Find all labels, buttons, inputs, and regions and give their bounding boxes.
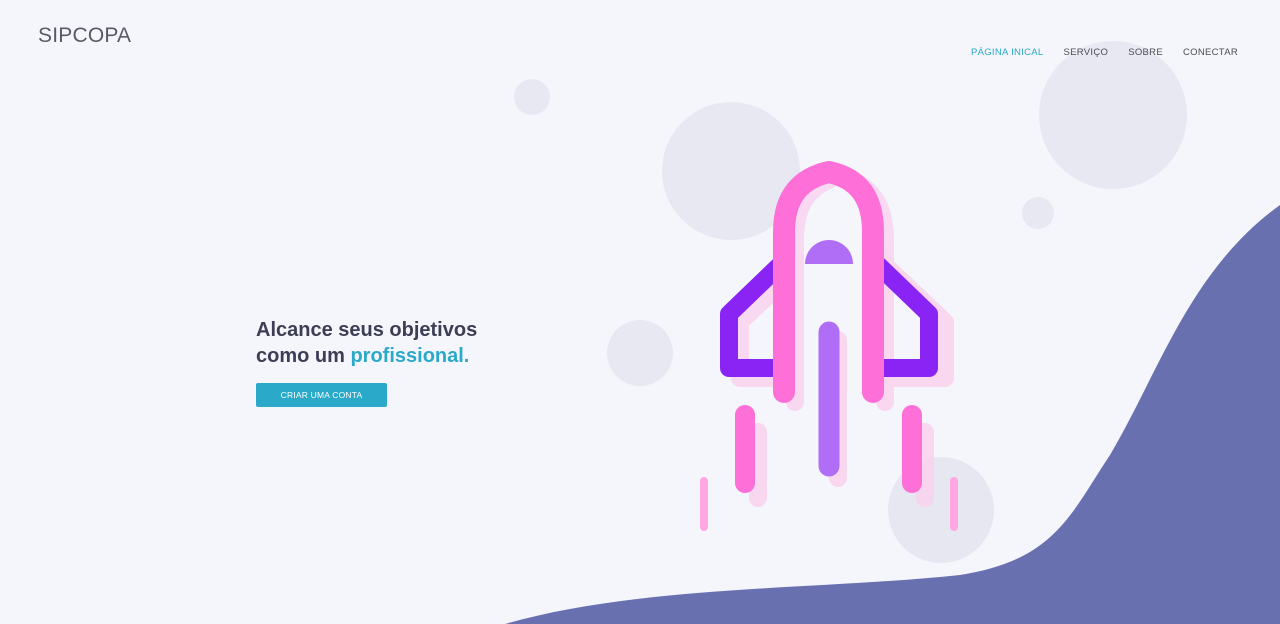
bubble-mid-left [607,320,673,386]
bubble-tiny-right [1022,197,1054,229]
bubble-large-right [1039,41,1187,189]
nav-item-service[interactable]: SERVIÇO [1064,47,1109,58]
hero-title-line2-prefix: como um [256,345,351,367]
brand-logo[interactable]: SIPCOPA [38,24,131,48]
nav-item-about[interactable]: SOBRE [1128,47,1163,58]
background-art [505,41,1280,624]
hero-title-accent: profissional. [350,345,470,367]
hero-title: Alcance seus objetivos como um profissio… [256,317,477,369]
rocket-window [805,240,853,264]
top-nav: PÁGINA INICAL SERVIÇO SOBRE CONECTAR [971,47,1238,58]
nav-item-connect[interactable]: CONECTAR [1183,47,1238,58]
hero-section: Alcance seus objetivos como um profissio… [256,317,477,407]
nav-item-home[interactable]: PÁGINA INICAL [971,47,1044,58]
bubble-small-top [514,79,550,115]
hero-title-line1: Alcance seus objetivos [256,319,478,341]
create-account-button[interactable]: CRIAR UMA CONTA [256,383,387,407]
